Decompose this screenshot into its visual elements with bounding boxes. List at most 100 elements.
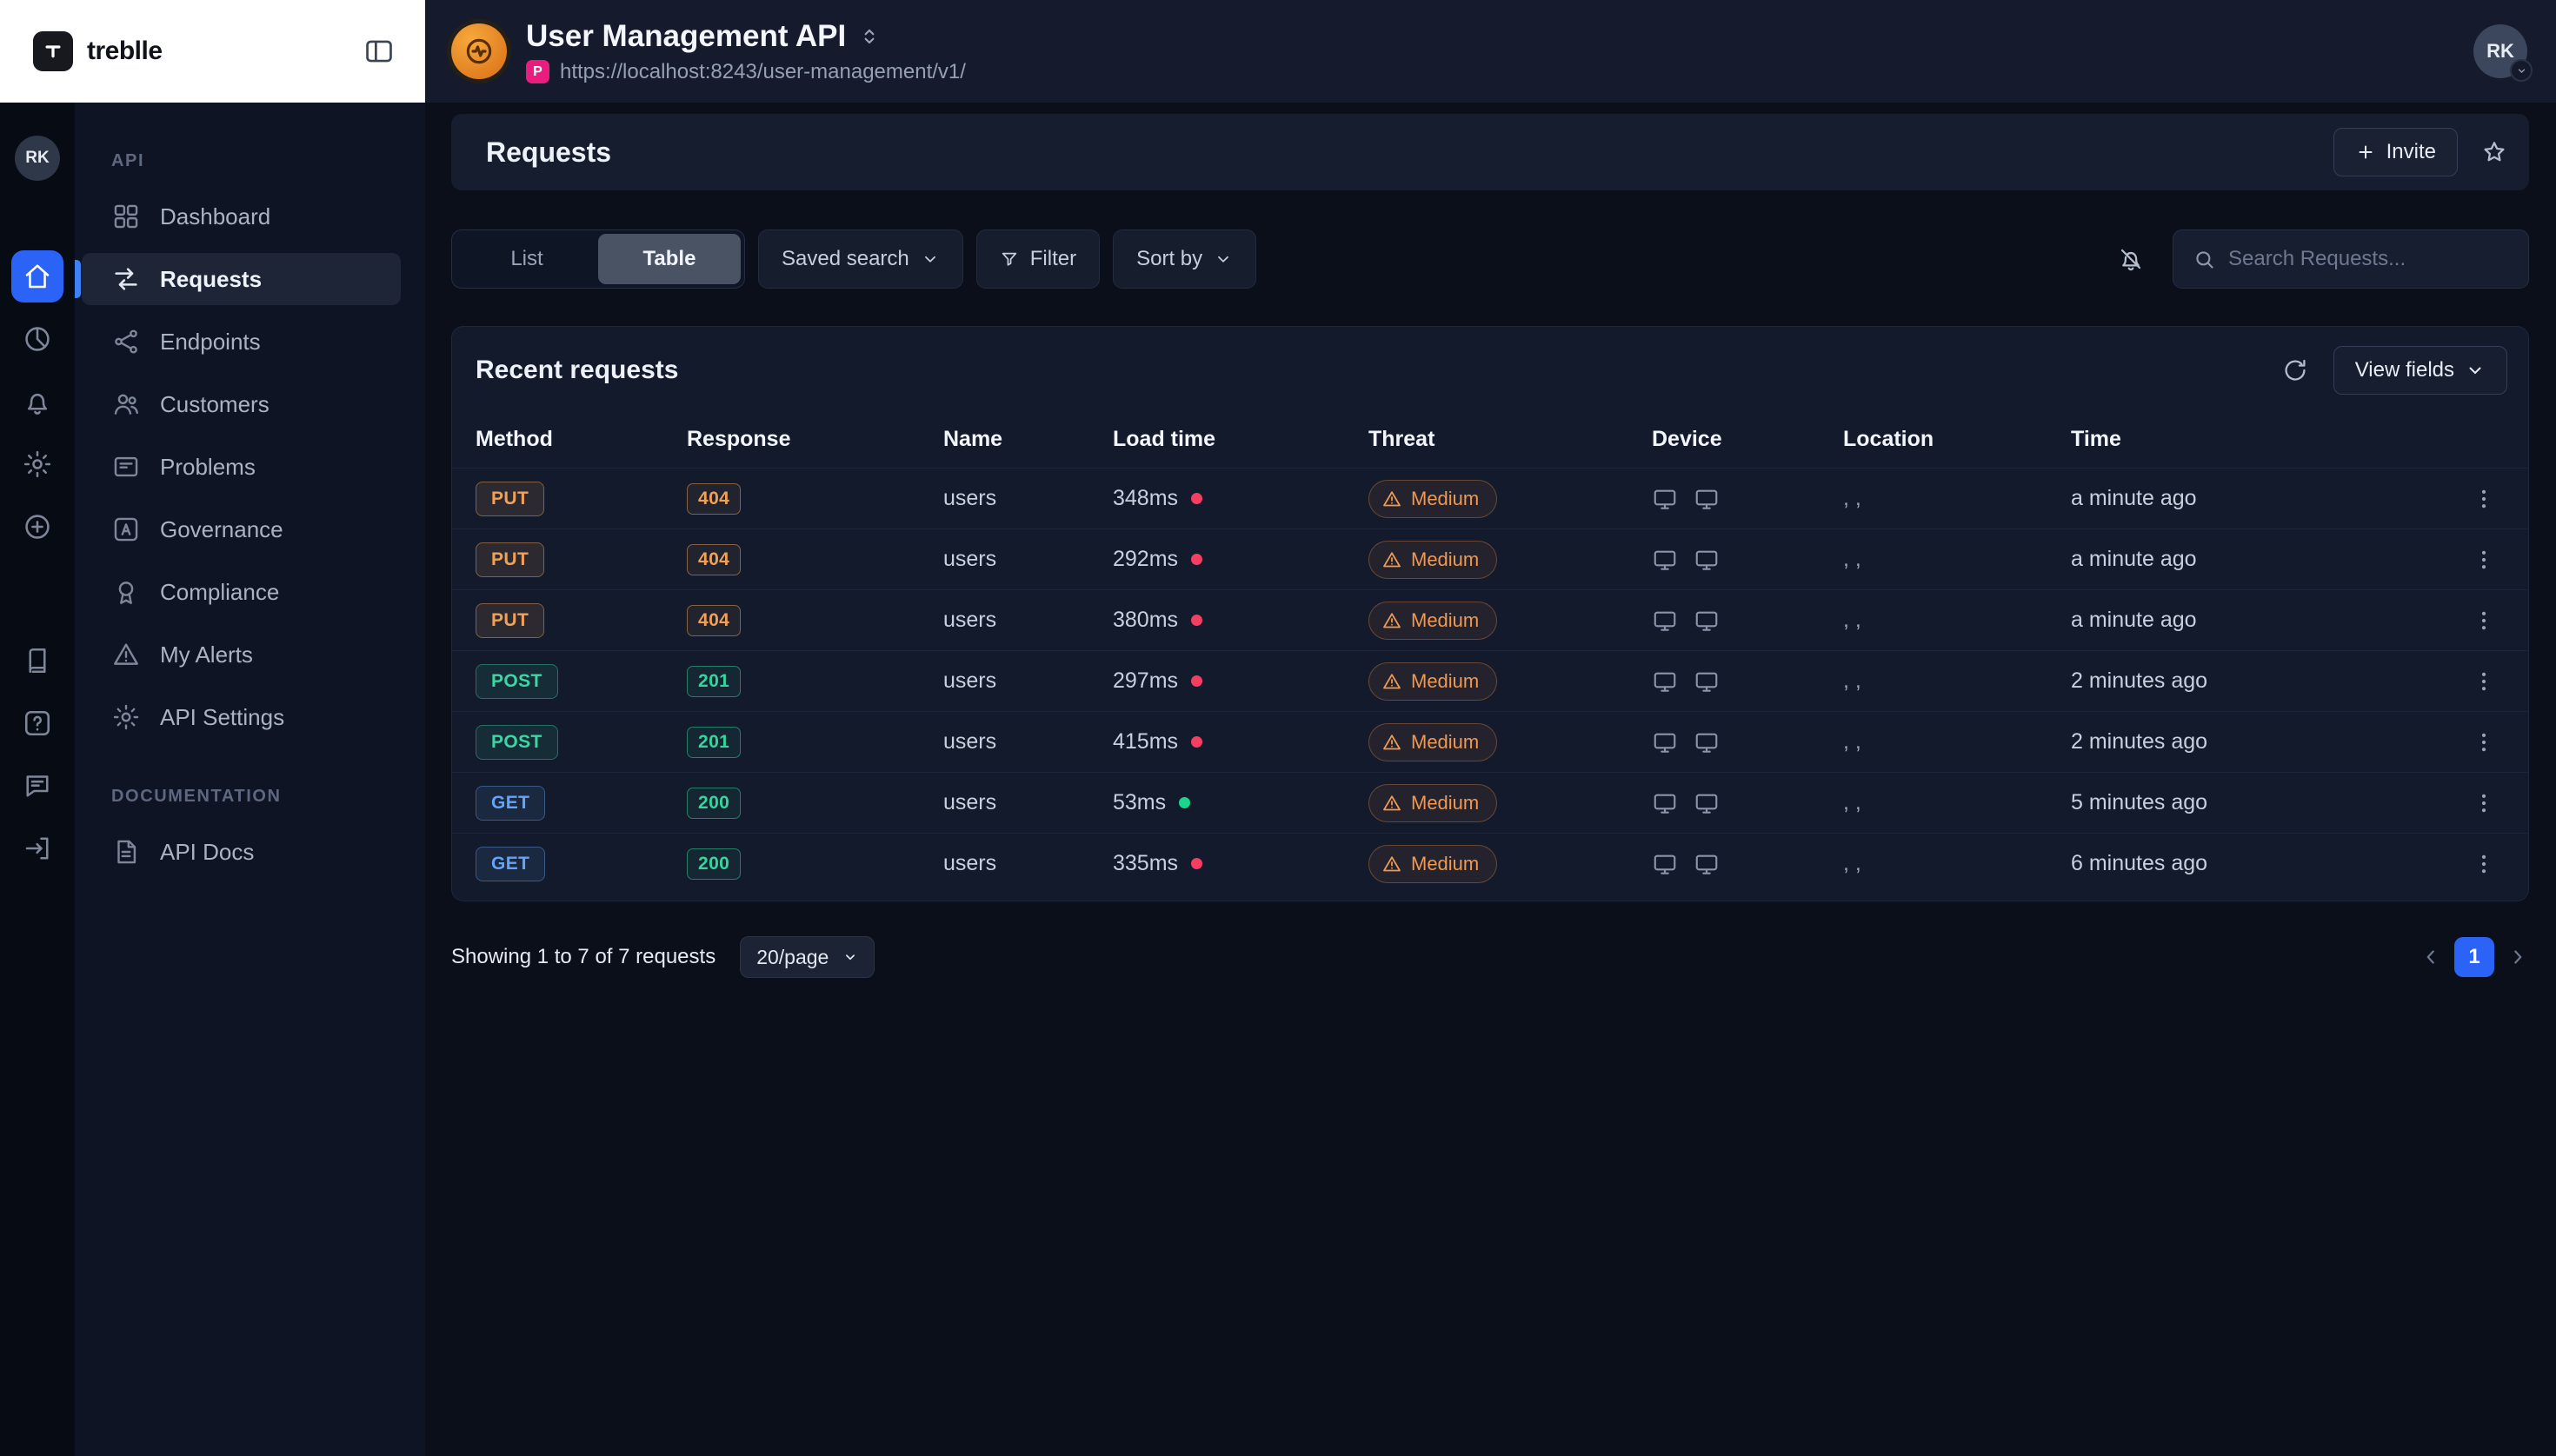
notifications-icon[interactable] [11, 376, 63, 428]
load-time-dot [1191, 554, 1202, 565]
sidebar-item[interactable]: Governance [82, 503, 401, 555]
table-row[interactable]: PUT 404 users 348ms [452, 468, 2528, 529]
filter-button[interactable]: Filter [976, 229, 1100, 289]
sidebar-item[interactable]: API Settings [82, 691, 401, 743]
row-actions-kebab-icon[interactable] [2472, 730, 2496, 755]
collapse-sidebar-icon[interactable] [363, 35, 396, 68]
monitor-icon [1694, 486, 1720, 512]
workspace-avatar[interactable]: RK [15, 136, 60, 181]
device-icons [1652, 668, 1843, 695]
sidebar-item[interactable]: Requests [82, 253, 401, 305]
table-row[interactable]: GET 200 users 53ms [452, 772, 2528, 833]
page-size-select[interactable]: 20/page [740, 936, 875, 978]
view-fields-button[interactable]: View fields [2333, 346, 2507, 395]
device-icons [1652, 790, 1843, 816]
mute-notifications-icon[interactable] [2107, 235, 2155, 283]
saved-search-button[interactable]: Saved search [758, 229, 963, 289]
user-initials: RK [2486, 40, 2514, 63]
time-value: a minute ago [2071, 547, 2409, 572]
home-icon[interactable] [11, 250, 63, 303]
view-toggle-list[interactable]: List [456, 234, 598, 284]
warning-triangle-icon [1381, 489, 1402, 509]
load-time-value: 348ms [1113, 486, 1178, 511]
threat-level: Medium [1411, 731, 1479, 754]
response-badge: 404 [687, 483, 741, 515]
api-switcher-icon[interactable] [858, 25, 881, 48]
feedback-icon[interactable] [11, 760, 63, 812]
sidebar-item[interactable]: Endpoints [82, 316, 401, 368]
device-icons [1652, 851, 1843, 877]
search-input[interactable] [2228, 247, 2509, 271]
problems-icon [111, 452, 141, 482]
chevron-down-icon [842, 949, 858, 965]
sort-by-button[interactable]: Sort by [1113, 229, 1256, 289]
treblle-logo-icon [33, 31, 73, 71]
compliance-icon [111, 577, 141, 607]
threat-badge: Medium [1368, 845, 1497, 883]
pagination: 1 [2420, 937, 2529, 977]
response-badge: 200 [687, 788, 741, 819]
card-header: Recent requests View fields [452, 327, 2528, 410]
sidebar-item-label: Compliance [160, 579, 279, 606]
sidebar-item[interactable]: Customers [82, 378, 401, 430]
settings-icon[interactable] [11, 438, 63, 490]
location-value: , , [1843, 851, 2071, 876]
search-icon [2193, 248, 2216, 271]
sidebar-item[interactable]: My Alerts [82, 628, 401, 681]
add-api-icon[interactable] [11, 501, 63, 553]
sidebar-item[interactable]: Dashboard [82, 190, 401, 243]
table-header-row: Method Response Name Load time Threat De… [452, 410, 2528, 468]
threat-level: Medium [1411, 548, 1479, 571]
threat-badge: Medium [1368, 602, 1497, 640]
time-value: 2 minutes ago [2071, 668, 2409, 694]
favorite-star-icon[interactable] [2470, 128, 2519, 176]
device-icons [1652, 486, 1843, 512]
logout-icon[interactable] [11, 822, 63, 874]
next-page-icon[interactable] [2506, 946, 2529, 968]
row-actions-kebab-icon[interactable] [2472, 548, 2496, 572]
sidebar-item[interactable]: Problems [82, 441, 401, 493]
device-icons [1652, 547, 1843, 573]
table-row[interactable]: POST 201 users 415ms [452, 711, 2528, 772]
column-header-location: Location [1843, 427, 2071, 452]
load-time-dot [1191, 615, 1202, 626]
table-row[interactable]: POST 201 users 297ms [452, 650, 2528, 711]
api-identity[interactable]: User Management API P https://localhost:… [451, 19, 966, 84]
column-header-device: Device [1652, 427, 1843, 452]
invite-button[interactable]: Invite [2333, 128, 2458, 176]
location-value: , , [1843, 668, 2071, 694]
table-row[interactable]: PUT 404 users 292ms [452, 529, 2528, 589]
response-badge: 201 [687, 666, 741, 697]
row-actions-kebab-icon[interactable] [2472, 669, 2496, 694]
response-badge: 200 [687, 848, 741, 880]
refresh-icon[interactable] [2271, 346, 2320, 395]
warning-triangle-icon [1381, 610, 1402, 631]
sidebar-section-documentation: DOCUMENTATION [111, 787, 401, 807]
row-actions-kebab-icon[interactable] [2472, 608, 2496, 633]
changelog-book-icon[interactable] [11, 635, 63, 687]
help-icon[interactable] [11, 697, 63, 749]
reports-icon[interactable] [11, 313, 63, 365]
column-header-method: Method [476, 427, 687, 452]
row-actions-kebab-icon[interactable] [2472, 852, 2496, 876]
time-value: 6 minutes ago [2071, 851, 2409, 876]
load-time-dot [1179, 797, 1190, 808]
brand-lockup[interactable]: treblle [33, 31, 163, 71]
row-actions-kebab-icon[interactable] [2472, 791, 2496, 815]
user-menu-avatar[interactable]: RK [2473, 24, 2527, 78]
previous-page-icon[interactable] [2420, 946, 2442, 968]
sidebar-item[interactable]: API Docs [82, 826, 401, 878]
page-number-button[interactable]: 1 [2454, 937, 2494, 977]
table-row[interactable]: PUT 404 users 380ms [452, 589, 2528, 650]
docs-icon [111, 837, 141, 867]
time-value: 5 minutes ago [2071, 790, 2409, 815]
icon-rail: RK [0, 103, 75, 1456]
load-time-dot [1191, 736, 1202, 748]
sidebar-item[interactable]: Compliance [82, 566, 401, 618]
monitor-icon [1652, 668, 1678, 695]
row-actions-kebab-icon[interactable] [2472, 487, 2496, 511]
table-row[interactable]: GET 200 users 335ms [452, 833, 2528, 894]
brand-header: treblle [0, 0, 425, 103]
view-toggle-table[interactable]: Table [598, 234, 741, 284]
method-badge: POST [476, 664, 558, 699]
